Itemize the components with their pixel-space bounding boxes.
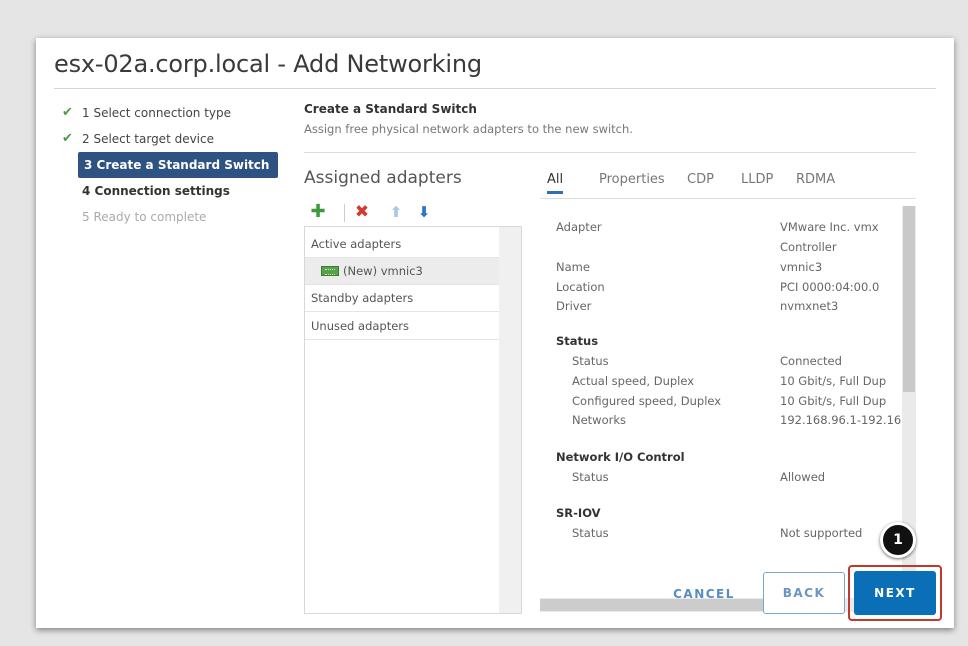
section-divider [304,152,916,153]
network-adapter-icon [321,265,339,276]
adapters-list: Active adapters (New) vmnic3 Standby ada… [304,226,522,614]
adapter-properties: Adapter VMware Inc. vmx Controller Name … [540,206,916,612]
step-create-standard-switch[interactable]: 3 Create a Standard Switch [78,152,278,178]
step-select-connection-type[interactable]: ✔ 1 Select connection type [60,100,280,126]
nioc-status-label: Status [572,470,609,484]
status-label: Status [572,354,609,368]
tab-cdp[interactable]: CDP [687,172,714,193]
driver-label: Driver [556,299,592,313]
step-connection-settings[interactable]: 4 Connection settings [60,178,280,204]
adapters-scrollbar[interactable] [499,227,521,613]
cancel-button[interactable]: CANCEL [664,582,744,606]
actual-speed-value: 10 Gbit/s, Full Dup [780,374,887,388]
nioc-status-value: Allowed [780,470,826,484]
move-down-icon[interactable]: ⬇ [416,204,432,220]
tab-properties[interactable]: Properties [599,172,665,193]
checkmark-icon: ✔ [62,105,73,120]
scrollbar-thumb[interactable] [903,206,915,392]
name-label: Name [556,260,590,274]
adapter-label: (New) vmnic3 [343,264,423,278]
location-value: PCI 0000:04:00.0 [780,280,880,294]
details-tabs: All Properties CDP LLDP RDMA [545,172,925,198]
tab-lldp[interactable]: LLDP [741,172,773,193]
dialog-title: esx-02a.corp.local - Add Networking [54,50,482,78]
networks-value: 192.168.96.1-192.16 [780,413,902,427]
adapter-item-vmnic3[interactable]: (New) vmnic3 [305,258,500,285]
next-button[interactable]: NEXT [854,571,936,615]
move-up-icon[interactable]: ⬆ [388,204,404,220]
networks-label: Networks [572,413,627,427]
title-divider [54,88,936,89]
sriov-status-value: Not supported [780,526,863,540]
section-subtitle: Assign free physical network adapters to… [304,122,633,136]
add-networking-dialog: esx-02a.corp.local - Add Networking ✔ 1 … [36,38,954,628]
assigned-adapters-title: Assigned adapters [304,168,462,188]
add-icon[interactable]: ✚ [310,203,326,221]
step-label: 1 Select connection type [82,106,232,120]
location-label: Location [556,280,605,294]
section-title: Create a Standard Switch [304,102,477,116]
adapter-value: VMware Inc. vmx [780,220,879,234]
group-standby-adapters: Standby adapters [305,285,500,312]
group-unused-adapters: Unused adapters [305,313,500,340]
actual-speed-label: Actual speed, Duplex [572,374,695,388]
status-heading: Status [556,334,599,348]
configured-speed-value: 10 Gbit/s, Full Dup [780,394,887,408]
step-label: 2 Select target device [82,132,214,146]
main-content: Create a Standard Switch Assign free phy… [304,102,944,614]
adapter-value-line2: Controller [780,240,837,254]
back-button[interactable]: BACK [763,572,845,614]
tabs-divider [540,198,916,199]
status-value: Connected [780,354,842,368]
group-active-adapters: Active adapters [305,231,500,258]
toolbar-divider [344,204,345,222]
name-value: vmnic3 [780,260,823,274]
configured-speed-label: Configured speed, Duplex [572,394,722,408]
checkmark-icon: ✔ [62,131,73,146]
step-select-target-device[interactable]: ✔ 2 Select target device [60,126,280,152]
driver-value: nvmxnet3 [780,299,839,313]
step-callout-badge: 1 [880,522,916,558]
sriov-status-label: Status [572,526,609,540]
step-label: 5 Ready to complete [82,210,207,224]
step-ready-to-complete: 5 Ready to complete [60,204,280,230]
tab-all[interactable]: All [547,172,564,194]
nioc-heading: Network I/O Control [556,450,685,464]
step-label: 3 Create a Standard Switch [84,158,270,172]
step-label: 4 Connection settings [82,184,230,198]
adapter-label: Adapter [556,220,602,234]
remove-icon[interactable]: ✖ [354,204,370,221]
wizard-steps: ✔ 1 Select connection type ✔ 2 Select ta… [60,100,280,230]
tab-rdma[interactable]: RDMA [796,172,835,193]
sriov-heading: SR-IOV [556,506,601,520]
